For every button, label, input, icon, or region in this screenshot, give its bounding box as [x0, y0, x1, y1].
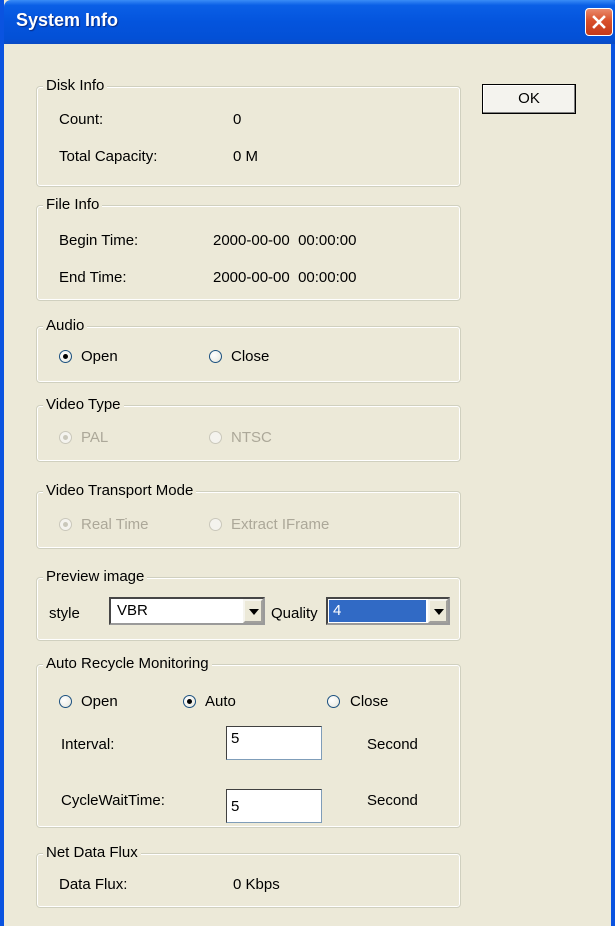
- recycle-open-label[interactable]: Open: [81, 693, 118, 711]
- close-icon: [592, 15, 606, 29]
- auto-recycle-monitoring-legend: Auto Recycle Monitoring: [43, 655, 212, 673]
- pal-label: PAL: [81, 429, 109, 446]
- pal-radio: [59, 431, 72, 444]
- quality-dropdown[interactable]: 4: [326, 597, 450, 625]
- close-button[interactable]: [585, 8, 613, 36]
- real-time-label: Real Time: [81, 516, 149, 533]
- audio-close-radio[interactable]: [209, 350, 222, 363]
- cyclewaittime-input[interactable]: 5: [226, 789, 322, 823]
- end-time-label: End Time:: [59, 269, 127, 286]
- end-time-value: 2000-00-00 00:00:00: [213, 269, 357, 286]
- disk-info-legend: Disk Info: [43, 77, 108, 95]
- count-label: Count:: [59, 111, 104, 128]
- total-capacity-label: Total Capacity:: [59, 148, 158, 165]
- audio-group: Audio Open Close: [36, 317, 461, 383]
- audio-legend: Audio: [43, 317, 88, 335]
- data-flux-value: 0 Kbps: [233, 876, 280, 893]
- interval-unit: Second: [367, 736, 418, 753]
- file-info-legend: File Info: [43, 196, 103, 214]
- total-capacity-value: 0 M: [233, 148, 259, 165]
- auto-recycle-monitoring-group: Auto Recycle Monitoring Open Auto Close …: [36, 655, 461, 828]
- net-data-flux-legend: Net Data Flux: [43, 844, 141, 862]
- title-bar[interactable]: System Info: [4, 0, 615, 44]
- quality-value: 4: [329, 600, 426, 622]
- video-transport-mode-group: Video Transport Mode Real Time Extract I…: [36, 482, 461, 549]
- preview-image-group: Preview image style VBR Quality 4: [36, 568, 461, 641]
- recycle-close-label[interactable]: Close: [350, 693, 388, 711]
- real-time-radio: [59, 518, 72, 531]
- interval-label: Interval:: [61, 736, 115, 753]
- recycle-close-radio[interactable]: [327, 695, 340, 708]
- quality-label: Quality: [271, 605, 318, 622]
- recycle-auto-label[interactable]: Auto: [205, 693, 236, 711]
- system-info-dialog: System Info OK Disk Info Count: 0 Total …: [0, 0, 615, 926]
- data-flux-label: Data Flux:: [59, 876, 128, 893]
- begin-time-value: 2000-00-00 00:00:00: [213, 232, 357, 249]
- cyclewaittime-label: CycleWaitTime:: [61, 792, 165, 809]
- cyclewaittime-unit: Second: [367, 792, 418, 809]
- audio-open-radio[interactable]: [59, 350, 72, 363]
- video-type-legend: Video Type: [43, 396, 124, 414]
- audio-open-label[interactable]: Open: [81, 348, 118, 366]
- net-data-flux-group: Net Data Flux Data Flux: 0 Kbps: [36, 844, 461, 908]
- quality-dropdown-button[interactable]: [428, 599, 448, 623]
- preview-image-legend: Preview image: [43, 568, 148, 586]
- style-value: VBR: [117, 602, 148, 619]
- audio-close-label[interactable]: Close: [231, 348, 269, 366]
- style-label: style: [49, 605, 80, 622]
- count-value: 0: [233, 111, 242, 128]
- extract-iframe-label: Extract IFrame: [231, 516, 330, 533]
- ok-button[interactable]: OK: [482, 84, 576, 114]
- ntsc-label: NTSC: [231, 429, 272, 446]
- file-info-group: File Info Begin Time: 2000-00-00 00:00:0…: [36, 196, 461, 301]
- ntsc-radio: [209, 431, 222, 444]
- begin-time-label: Begin Time:: [59, 232, 139, 249]
- recycle-open-radio[interactable]: [59, 695, 72, 708]
- recycle-auto-radio[interactable]: [183, 695, 196, 708]
- video-type-group: Video Type PAL NTSC: [36, 396, 461, 462]
- interval-input[interactable]: 5: [226, 726, 322, 760]
- chevron-down-icon: [434, 609, 444, 615]
- style-dropdown[interactable]: VBR: [109, 597, 265, 625]
- extract-iframe-radio: [209, 518, 222, 531]
- chevron-down-icon: [249, 609, 259, 615]
- video-transport-mode-legend: Video Transport Mode: [43, 482, 197, 500]
- style-dropdown-button[interactable]: [243, 599, 263, 623]
- window-title: System Info: [16, 10, 119, 30]
- disk-info-group: Disk Info Count: 0 Total Capacity: 0 M: [36, 77, 461, 187]
